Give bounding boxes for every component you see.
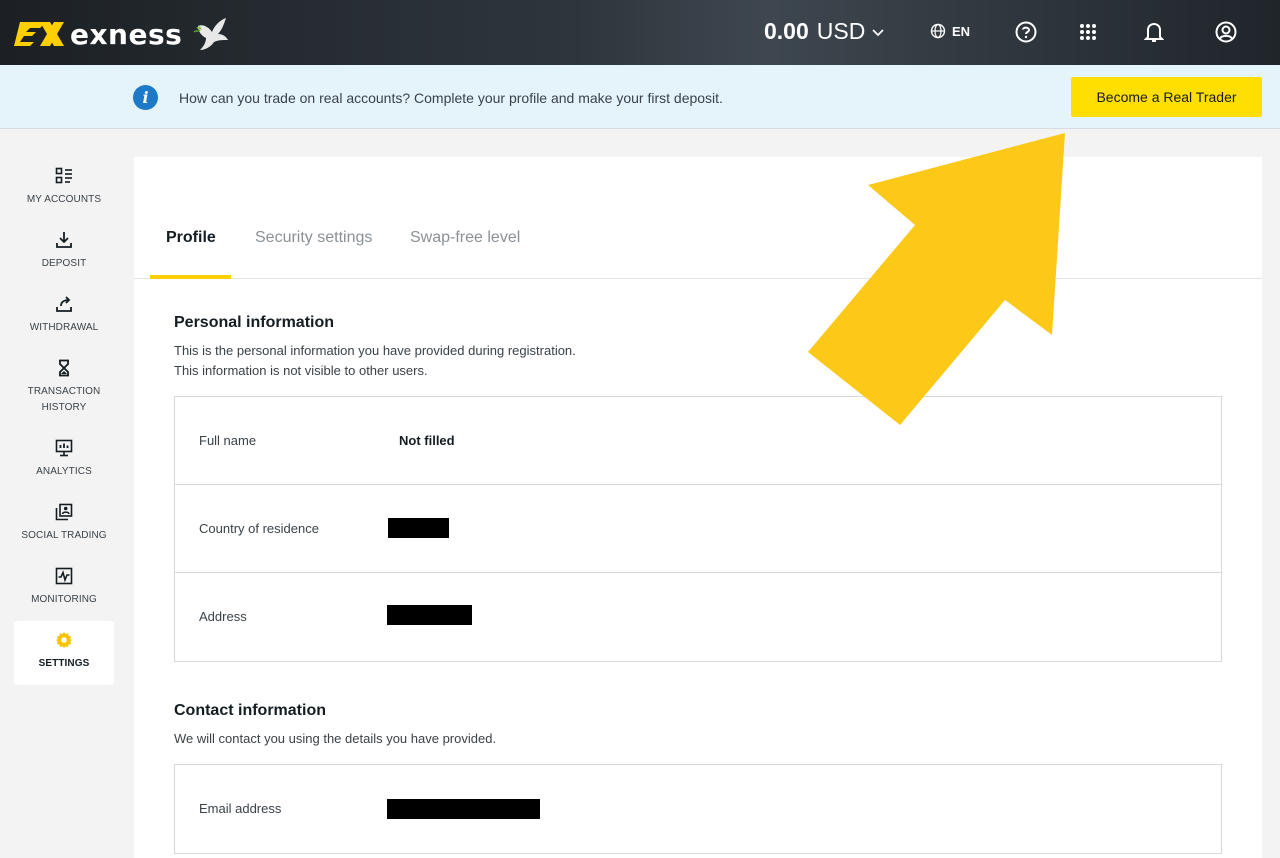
social-trading-icon	[55, 503, 73, 521]
sidebar-item-label: TRANSACTION HISTORY	[27, 386, 101, 413]
top-header: exness 0.00 USD EN	[0, 0, 1280, 65]
apps-grid-icon[interactable]	[1076, 20, 1100, 44]
country-label: Country of residence	[199, 521, 319, 536]
gear-icon	[56, 632, 72, 648]
balance-amount: 0.00	[764, 18, 809, 44]
active-tab-indicator	[150, 275, 231, 279]
user-account-icon[interactable]	[1214, 20, 1238, 44]
dove-icon	[193, 18, 229, 50]
chevron-down-icon	[872, 28, 884, 36]
sidebar-item-my-accounts[interactable]: MY ACCOUNTS	[14, 157, 114, 221]
bell-icon[interactable]	[1142, 20, 1166, 44]
sidebar-item-settings[interactable]: SETTINGS	[14, 621, 114, 685]
personal-info-desc-line1: This is the personal information you hav…	[174, 343, 576, 358]
monitoring-icon	[55, 567, 73, 585]
sidebar-nav: MY ACCOUNTS DEPOSIT WITHDRAWAL TRANSACTI…	[14, 157, 114, 685]
brand-name: exness	[70, 17, 183, 51]
contact-info-desc: We will contact you using the details yo…	[174, 731, 497, 746]
sidebar-item-label: MY ACCOUNTS	[26, 194, 102, 205]
sidebar-item-social-trading[interactable]: SOCIAL TRADING	[14, 493, 114, 557]
sidebar-item-monitoring[interactable]: MONITORING	[14, 557, 114, 621]
banner-message: How can you trade on real accounts? Comp…	[179, 90, 723, 106]
balance-selector[interactable]: 0.00 USD	[764, 18, 885, 45]
sidebar-item-label: MONITORING	[31, 594, 97, 605]
exness-logo[interactable]: exness	[14, 14, 232, 54]
sidebar-item-deposit[interactable]: DEPOSIT	[14, 221, 114, 285]
download-arrow-icon	[56, 232, 72, 248]
table-row: Full name Not filled	[175, 397, 1221, 485]
contact-info-title: Contact information	[174, 702, 326, 719]
balance-currency: USD	[816, 18, 866, 44]
exness-logo-mark-icon	[14, 22, 64, 46]
personal-info-desc-line2: This information is not visible to other…	[174, 363, 428, 378]
become-real-trader-button[interactable]: Become a Real Trader	[1071, 77, 1262, 117]
contact-info-table: Email address	[174, 764, 1222, 854]
email-label: Email address	[199, 801, 282, 816]
info-icon: i	[133, 85, 158, 110]
settings-tabs: Profile Security settings Swap-free leve…	[134, 215, 1262, 279]
language-selector[interactable]: EN	[930, 23, 970, 39]
personal-info-table: Full name Not filled Country of residenc…	[174, 396, 1222, 662]
full-name-value: Not filled	[399, 433, 455, 448]
full-name-label: Full name	[199, 433, 257, 448]
tab-profile[interactable]: Profile	[166, 229, 216, 247]
hourglass-icon	[59, 359, 69, 377]
address-label: Address	[199, 609, 247, 624]
sidebar-item-label: SETTINGS	[38, 658, 90, 669]
sidebar-item-analytics[interactable]: ANALYTICS	[14, 429, 114, 493]
address-value-redacted	[387, 605, 472, 625]
sidebar-item-transaction-history[interactable]: TRANSACTION HISTORY	[14, 349, 114, 429]
sidebar-item-label: WITHDRAWAL	[29, 322, 99, 333]
chart-board-icon	[55, 439, 73, 457]
sidebar-item-withdrawal[interactable]: WITHDRAWAL	[14, 285, 114, 349]
sidebar-item-label: SOCIAL TRADING	[21, 530, 107, 541]
tab-swap-free-level[interactable]: Swap-free level	[410, 229, 520, 247]
table-row: Country of residence	[175, 485, 1221, 573]
globe-icon	[930, 23, 946, 39]
country-value-redacted	[388, 518, 449, 538]
language-code: EN	[952, 23, 971, 39]
upload-arrow-icon	[56, 296, 72, 312]
tab-security-settings[interactable]: Security settings	[255, 229, 372, 247]
settings-card: Profile Security settings Swap-free leve…	[134, 157, 1262, 858]
profile-completion-banner: i How can you trade on real accounts? Co…	[0, 65, 1280, 129]
accounts-grid-icon	[55, 167, 72, 184]
table-row: Email address	[175, 765, 1221, 853]
sidebar-item-label: ANALYTICS	[36, 466, 92, 477]
personal-info-title: Personal information	[174, 314, 335, 331]
help-icon[interactable]	[1014, 20, 1038, 44]
email-value-redacted	[387, 799, 540, 819]
table-row: Address	[175, 573, 1221, 661]
sidebar-item-label: DEPOSIT	[41, 258, 87, 269]
